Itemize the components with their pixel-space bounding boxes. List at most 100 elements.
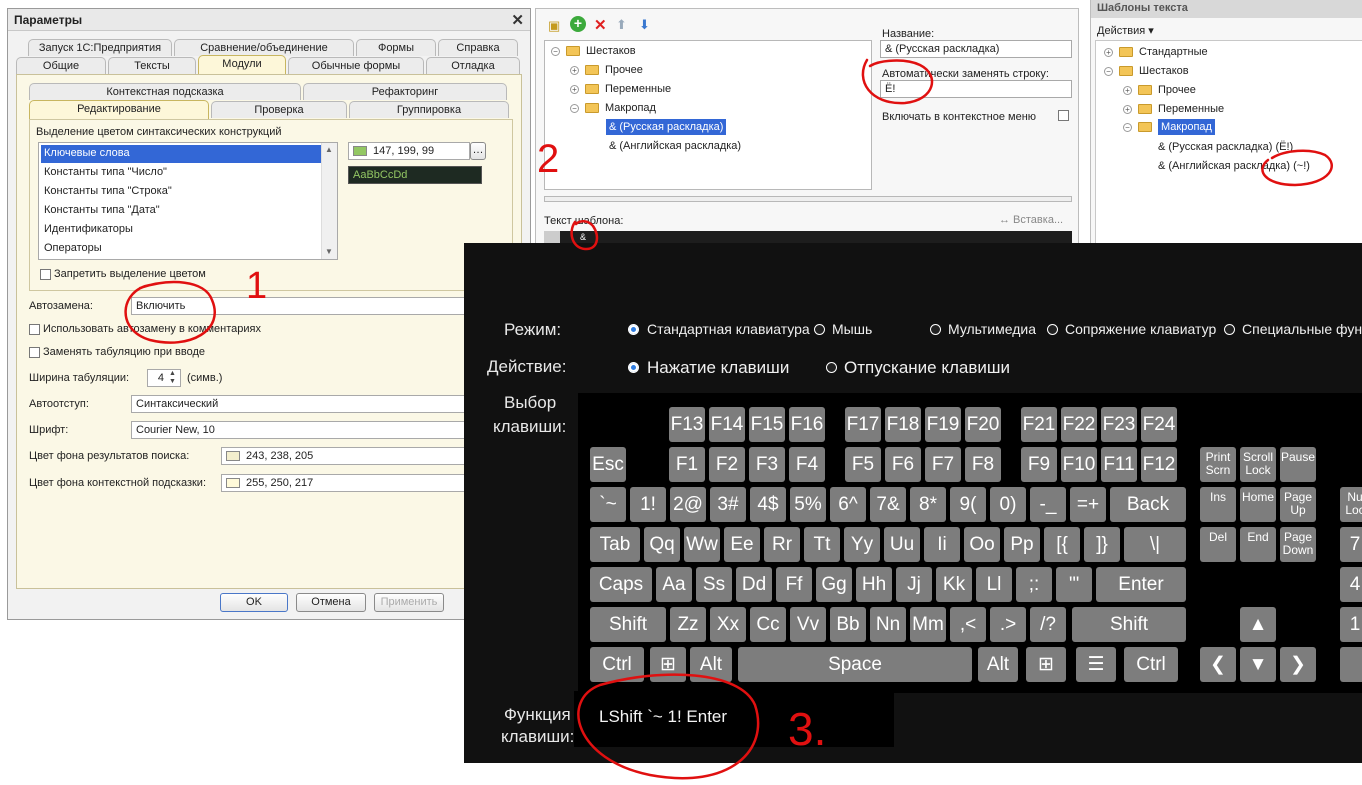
collapse-icon[interactable]: −	[1104, 66, 1113, 76]
key-num-11[interactable]: -_	[1030, 487, 1066, 522]
key-f8[interactable]: F8	[965, 447, 1001, 482]
key-tab[interactable]: Tab	[590, 527, 640, 562]
key-a-6[interactable]: Jj	[896, 567, 932, 602]
expand-icon[interactable]: +	[1104, 47, 1113, 57]
key-z-7[interactable]: ,<	[950, 607, 986, 642]
arrow-right-icon[interactable]: ❯	[1280, 647, 1316, 682]
key-z-9[interactable]: /?	[1030, 607, 1066, 642]
key-num-5[interactable]: 5%	[790, 487, 826, 522]
key-backslash[interactable]: \|	[1124, 527, 1186, 562]
key-print-screen[interactable]: Print Scrn	[1200, 447, 1236, 482]
key-home[interactable]: Home	[1240, 487, 1276, 522]
key-q-1[interactable]: Ww	[684, 527, 720, 562]
key-z-6[interactable]: Mm	[910, 607, 946, 642]
key-numpad-4[interactable]: 4	[1340, 567, 1362, 602]
subtab-grouping[interactable]: Группировка	[349, 101, 509, 118]
key-f21[interactable]: F21	[1021, 407, 1057, 442]
tree-node[interactable]: − Шестаков	[551, 45, 636, 57]
splitter[interactable]	[544, 196, 1072, 202]
scrollbar[interactable]: ▲ ▼	[321, 143, 337, 259]
key-num-9[interactable]: 9(	[950, 487, 986, 522]
key-f10[interactable]: F10	[1061, 447, 1097, 482]
key-f5[interactable]: F5	[845, 447, 881, 482]
key-rshift[interactable]: Shift	[1072, 607, 1186, 642]
key-backspace[interactable]: Back	[1110, 487, 1186, 522]
key-q-9[interactable]: Pp	[1004, 527, 1040, 562]
mode-special-label[interactable]: Специальные функ	[1242, 321, 1362, 337]
key-num-0[interactable]: `~	[590, 487, 626, 522]
tree-node[interactable]: & (Английская раскладка)	[609, 140, 741, 152]
mode-pairing-radio[interactable]	[1047, 324, 1058, 335]
font-field[interactable]: Courier New, 10	[131, 421, 511, 439]
key-q-8[interactable]: Oo	[964, 527, 1000, 562]
key-q-4[interactable]: Tt	[804, 527, 840, 562]
syntax-list[interactable]: Ключевые слова Константы типа "Число" Ко…	[38, 142, 338, 260]
tab-help[interactable]: Справка	[438, 39, 518, 56]
key-pause[interactable]: Pause	[1280, 447, 1316, 482]
key-a-4[interactable]: Gg	[816, 567, 852, 602]
key-f23[interactable]: F23	[1101, 407, 1137, 442]
mode-mouse-radio[interactable]	[814, 324, 825, 335]
tree-node[interactable]: + Стандартные	[1104, 46, 1208, 58]
actions-menu[interactable]: Действия ▾	[1097, 24, 1154, 37]
windows-icon[interactable]: ⊞	[1026, 647, 1066, 682]
key-z-4[interactable]: Bb	[830, 607, 866, 642]
key-q-10[interactable]: [{	[1044, 527, 1080, 562]
key-a-0[interactable]: Aa	[656, 567, 692, 602]
key-f20[interactable]: F20	[965, 407, 1001, 442]
list-item[interactable]: Константы типа "Число"	[41, 164, 321, 182]
autoreplace-field[interactable]: Включить	[131, 297, 511, 315]
key-f11[interactable]: F11	[1101, 447, 1137, 482]
collapse-icon[interactable]: −	[551, 46, 560, 56]
key-f7[interactable]: F7	[925, 447, 961, 482]
cancel-button[interactable]: Отмена	[296, 593, 366, 612]
scroll-up-icon[interactable]: ▲	[325, 145, 333, 154]
key-a-5[interactable]: Hh	[856, 567, 892, 602]
key-num-12[interactable]: =+	[1070, 487, 1106, 522]
tree-node[interactable]: + Прочее	[570, 64, 643, 76]
key-q-6[interactable]: Uu	[884, 527, 920, 562]
key-z-5[interactable]: Nn	[870, 607, 906, 642]
key-a-8[interactable]: Ll	[976, 567, 1012, 602]
key-q-0[interactable]: Qq	[644, 527, 680, 562]
name-field[interactable]: & (Русская раскладка)	[880, 40, 1072, 58]
key-num-3[interactable]: 3#	[710, 487, 746, 522]
key-f19[interactable]: F19	[925, 407, 961, 442]
key-f16[interactable]: F16	[789, 407, 825, 442]
apply-button[interactable]: Применить	[374, 593, 444, 612]
expand-icon[interactable]: +	[570, 84, 579, 94]
subtab-editing[interactable]: Редактирование	[29, 100, 209, 119]
action-release-radio[interactable]	[826, 362, 837, 373]
delete-icon[interactable]: ✕	[594, 16, 607, 34]
subtab-context-hint[interactable]: Контекстная подсказка	[29, 83, 301, 100]
expand-icon[interactable]: +	[1123, 85, 1132, 95]
color-picker-button[interactable]: …	[470, 142, 486, 160]
windows-icon[interactable]: ⊞	[650, 647, 686, 682]
tree-node[interactable]: & (Русская раскладка) (Ё!)	[1158, 141, 1293, 153]
key-a-3[interactable]: Ff	[776, 567, 812, 602]
tree-node[interactable]: + Переменные	[570, 83, 671, 95]
context-menu-checkbox[interactable]	[1058, 110, 1069, 121]
key-f13[interactable]: F13	[669, 407, 705, 442]
mode-special-radio[interactable]	[1224, 324, 1235, 335]
key-z-2[interactable]: Cc	[750, 607, 786, 642]
action-press-radio[interactable]	[628, 362, 639, 373]
close-icon[interactable]: ✕	[511, 11, 524, 29]
key-a-9[interactable]: ;:	[1016, 567, 1052, 602]
key-f17[interactable]: F17	[845, 407, 881, 442]
tab-texts[interactable]: Тексты	[108, 57, 196, 74]
action-release-label[interactable]: Отпускание клавиши	[844, 358, 1010, 378]
key-enter[interactable]: Enter	[1096, 567, 1186, 602]
key-a-1[interactable]: Ss	[696, 567, 732, 602]
key-z-8[interactable]: .>	[990, 607, 1026, 642]
key-scroll-lock[interactable]: Scroll Lock	[1240, 447, 1276, 482]
insert-link[interactable]: ↔ Вставка...	[999, 214, 1063, 226]
key-num-1[interactable]: 1!	[630, 487, 666, 522]
key-f9[interactable]: F9	[1021, 447, 1057, 482]
key-num-2[interactable]: 2@	[670, 487, 706, 522]
key-num-4[interactable]: 4$	[750, 487, 786, 522]
stepper-arrows-icon[interactable]: ▲ ▼	[169, 370, 176, 386]
move-down-icon[interactable]: ⬇	[639, 17, 650, 33]
key-q-2[interactable]: Ee	[724, 527, 760, 562]
expand-icon[interactable]: +	[570, 65, 579, 75]
